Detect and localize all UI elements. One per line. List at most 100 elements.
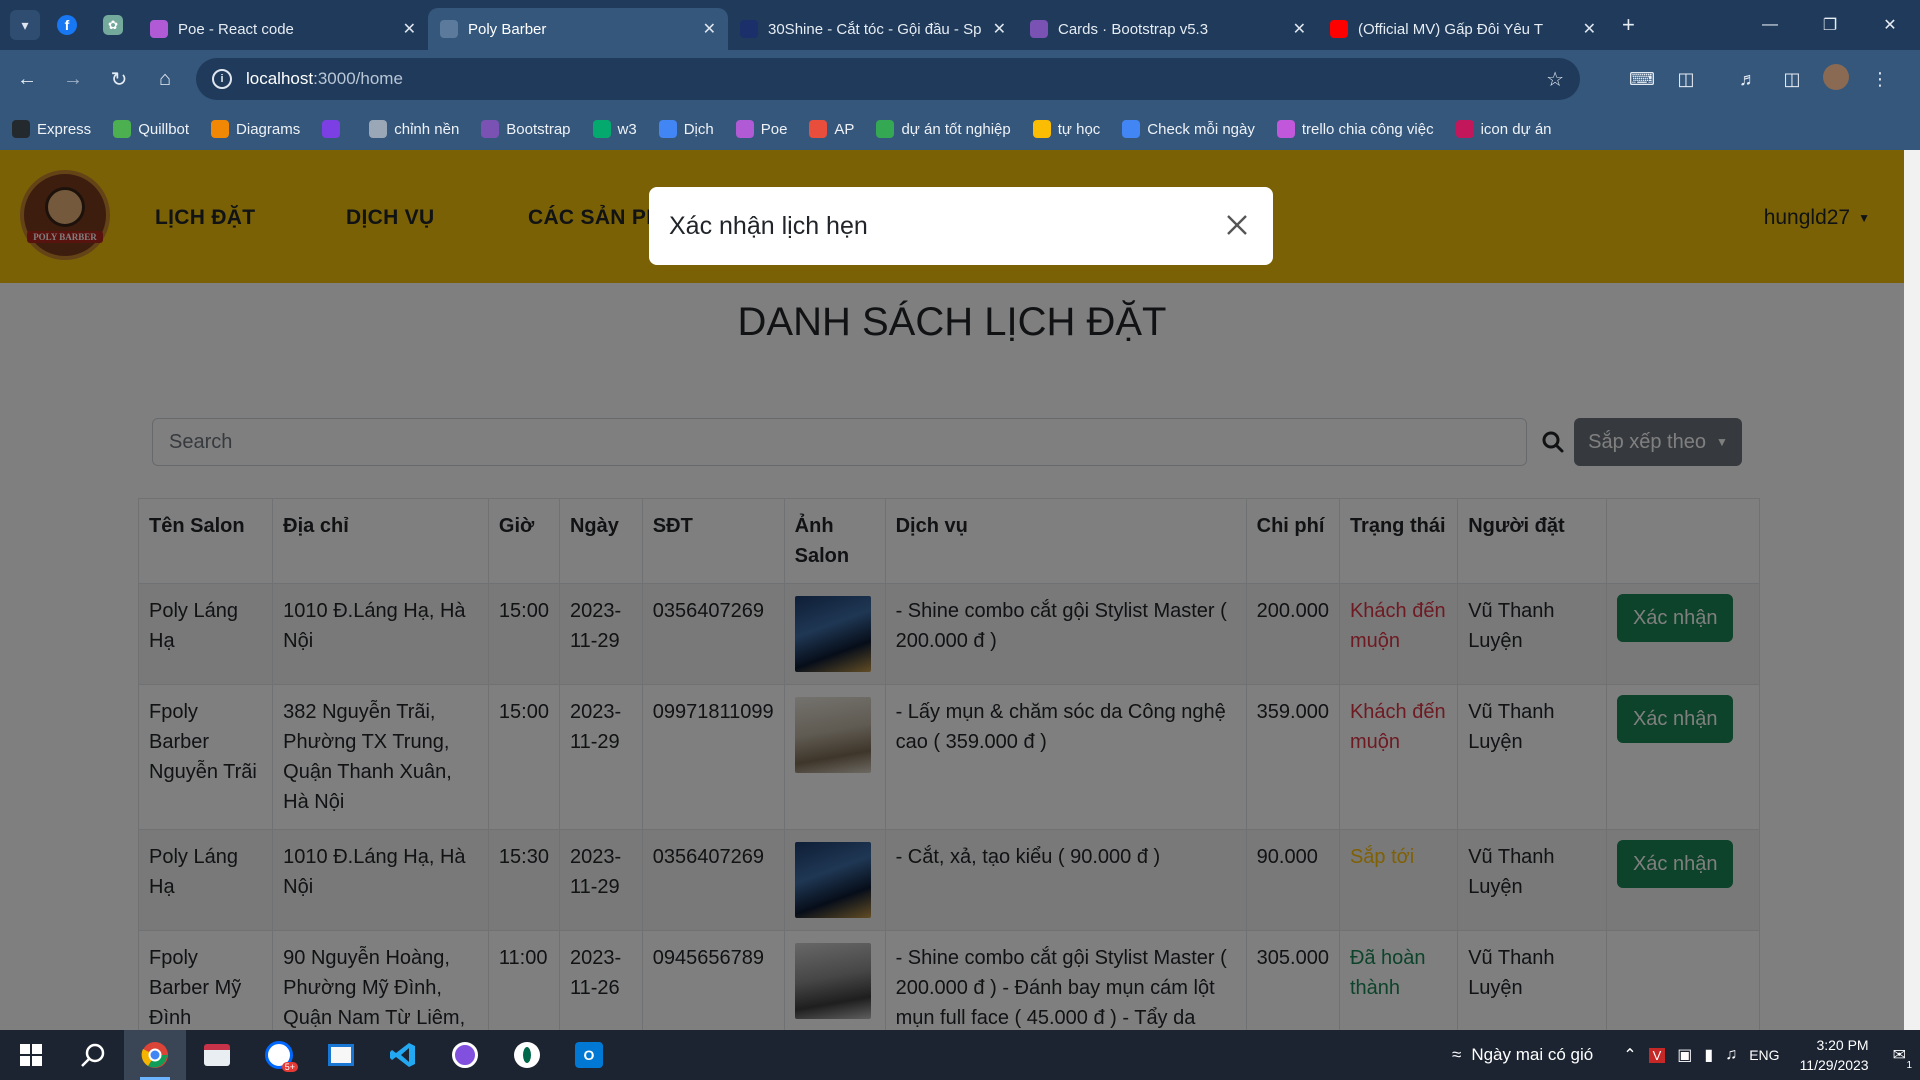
url-path: :3000/home bbox=[313, 69, 403, 88]
bookmark-item[interactable]: Quillbot bbox=[113, 120, 189, 138]
bookmark-label: dự án tốt nghiệp bbox=[901, 120, 1011, 138]
close-window-icon[interactable]: ✕ bbox=[1860, 15, 1920, 35]
bookmark-item[interactable]: Poe bbox=[735, 120, 788, 138]
side-panel-icon[interactable]: ◫ bbox=[1770, 69, 1814, 90]
bookmark-icon bbox=[1455, 120, 1474, 138]
bookmark-item[interactable]: dự án tốt nghiệp bbox=[876, 120, 1011, 138]
zalo-icon[interactable]: 5+ bbox=[248, 1030, 310, 1080]
address-bar[interactable]: i localhost:3000/home ☆ bbox=[196, 58, 1580, 100]
github-icon bbox=[12, 120, 30, 138]
tab-title: 30Shine - Cắt tóc - Gội đầu - Sp bbox=[768, 20, 982, 38]
file-explorer-icon[interactable] bbox=[310, 1030, 372, 1080]
bookmark-item[interactable]: Express bbox=[12, 120, 91, 138]
outlook-icon[interactable]: O bbox=[558, 1030, 620, 1080]
search-icon[interactable] bbox=[62, 1030, 124, 1080]
bookmark-item[interactable]: chỉnh nền bbox=[369, 120, 459, 138]
language-indicator[interactable]: ENG bbox=[1749, 1047, 1779, 1063]
page-scrollbar[interactable] bbox=[1904, 150, 1920, 1030]
notification-icon[interactable]: ✉ 1 bbox=[1893, 1045, 1912, 1071]
globe-icon bbox=[440, 20, 458, 38]
cloud-icon bbox=[809, 120, 828, 138]
window-controls: — ❐ ✕ bbox=[1740, 0, 1920, 50]
bookmark-label: Quillbot bbox=[138, 120, 190, 138]
weather-widget[interactable]: ≈ Ngày mai có gió bbox=[1452, 1045, 1593, 1065]
profile-avatar[interactable] bbox=[1814, 63, 1858, 95]
tab-4[interactable]: (Official MV) Gấp Đôi Yêu T ✕ bbox=[1318, 8, 1608, 50]
back-arrow-icon[interactable]: ← bbox=[8, 60, 46, 98]
github-desktop-icon[interactable] bbox=[434, 1030, 496, 1080]
bookmark-label: Poe bbox=[760, 120, 788, 138]
confirm-appointment-modal: Xác nhận lịch hẹn bbox=[649, 187, 1273, 265]
bookmark-item[interactable]: Check mỗi ngày bbox=[1122, 120, 1255, 138]
forward-arrow-icon[interactable]: → bbox=[54, 60, 92, 98]
media-control-icon[interactable]: ♬ bbox=[1726, 69, 1770, 90]
google-translate-icon[interactable]: ⌨ bbox=[1620, 69, 1664, 90]
tab-search-chevron-icon[interactable]: ▾ bbox=[10, 10, 40, 40]
bookmark-item[interactable]: AP bbox=[809, 120, 854, 138]
notification-count: 1 bbox=[1906, 1060, 1912, 1071]
w3-icon bbox=[592, 120, 611, 138]
chatgpt-icon: ✿ bbox=[103, 15, 123, 35]
network-icon[interactable]: ▣ bbox=[1677, 1045, 1692, 1065]
close-tab-icon[interactable]: ✕ bbox=[403, 19, 416, 39]
bookmark-item[interactable]: Bootstrap bbox=[481, 120, 571, 138]
tab-0[interactable]: Poe - React code ✕ bbox=[138, 8, 428, 50]
quillbot-icon bbox=[113, 120, 132, 138]
reload-icon[interactable]: ↻ bbox=[100, 60, 138, 98]
bookmark-item[interactable]: w3 bbox=[592, 120, 637, 138]
extensions-area: ⌨ ◫ ♬ ◫ ⋮ bbox=[1620, 50, 1902, 108]
bookmark-label: Check mỗi ngày bbox=[1147, 120, 1255, 138]
bookmark-item[interactable] bbox=[322, 120, 347, 138]
drive-icon bbox=[876, 120, 895, 138]
chevron-up-icon[interactable]: ⌃ bbox=[1623, 1045, 1636, 1065]
volume-icon[interactable]: ♫ bbox=[1725, 1046, 1737, 1064]
image-icon bbox=[369, 120, 388, 138]
bookmark-item[interactable]: trello chia công việc bbox=[1276, 120, 1434, 138]
trello-icon bbox=[1276, 120, 1295, 138]
vscode-icon[interactable] bbox=[372, 1030, 434, 1080]
site-info-icon[interactable]: i bbox=[212, 69, 232, 89]
translate-icon bbox=[658, 120, 677, 138]
clock-time: 3:20 PM bbox=[1816, 1037, 1869, 1053]
windows-start-icon[interactable] bbox=[0, 1030, 62, 1080]
tab-3[interactable]: Cards · Bootstrap v5.3 ✕ bbox=[1018, 8, 1318, 50]
facebook-icon: f bbox=[57, 15, 77, 35]
tab-1[interactable]: Poly Barber ✕ bbox=[428, 8, 728, 50]
antivirus-icon[interactable]: V bbox=[1648, 1047, 1666, 1063]
close-tab-icon[interactable]: ✕ bbox=[1293, 19, 1306, 39]
diagrams-icon bbox=[211, 120, 230, 138]
pinned-tab-chatgpt[interactable]: ✿ bbox=[94, 7, 132, 43]
tab-2[interactable]: 30Shine - Cắt tóc - Gội đầu - Sp ✕ bbox=[728, 8, 1018, 50]
close-tab-icon[interactable]: ✕ bbox=[993, 19, 1006, 39]
home-icon[interactable]: ⌂ bbox=[146, 60, 184, 98]
minimize-icon[interactable]: — bbox=[1740, 16, 1800, 34]
bookmark-label: icon dự án bbox=[1480, 120, 1552, 138]
battery-icon[interactable]: ▮ bbox=[1704, 1045, 1713, 1065]
bookmark-item[interactable]: tự học bbox=[1032, 120, 1100, 138]
close-tab-icon[interactable]: ✕ bbox=[1583, 19, 1596, 39]
bookmark-label: chỉnh nền bbox=[394, 120, 460, 138]
extensions-puzzle-icon[interactable]: ◫ bbox=[1664, 69, 1708, 90]
close-icon[interactable] bbox=[1219, 207, 1255, 243]
clock-date: 11/29/2023 bbox=[1799, 1057, 1869, 1073]
bookmark-label: Bootstrap bbox=[506, 120, 571, 138]
restore-icon[interactable]: ❐ bbox=[1800, 15, 1860, 35]
kebab-menu-icon[interactable]: ⋮ bbox=[1858, 69, 1902, 90]
bookmark-item[interactable]: icon dự án bbox=[1455, 120, 1552, 138]
bookmark-star-icon[interactable]: ☆ bbox=[1546, 67, 1564, 92]
tab-title: Poe - React code bbox=[178, 20, 294, 38]
new-tab-plus-icon[interactable]: + bbox=[1622, 12, 1635, 38]
figma-dev-icon bbox=[322, 120, 341, 138]
close-tab-icon[interactable]: ✕ bbox=[703, 19, 716, 39]
clock[interactable]: 3:20 PM 11/29/2023 bbox=[1800, 1035, 1869, 1075]
bookmarks-bar: Express Quillbot Diagrams chỉnh nền Bootstra… bbox=[0, 108, 1920, 150]
bookmark-label: w3 bbox=[617, 120, 637, 138]
url-host: localhost bbox=[246, 69, 314, 88]
chrome-icon[interactable] bbox=[124, 1030, 186, 1080]
bookmark-item[interactable]: Dịch bbox=[658, 120, 714, 138]
modal-backdrop[interactable] bbox=[0, 150, 1904, 1030]
mongodb-compass-icon[interactable] bbox=[496, 1030, 558, 1080]
bookmark-item[interactable]: Diagrams bbox=[211, 120, 300, 138]
snipping-tool-icon[interactable] bbox=[186, 1030, 248, 1080]
pinned-tab-facebook[interactable]: f bbox=[48, 7, 86, 43]
